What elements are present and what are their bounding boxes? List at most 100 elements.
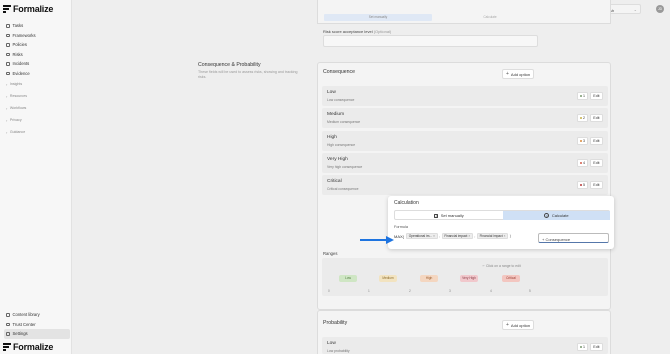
sidebar-group-label: Resources [9,94,28,98]
formula-function: MAX( [394,233,404,239]
section-description: These fields will be used to assess risk… [198,70,298,79]
sidebar-item-content-library[interactable]: Content library [4,310,70,320]
sidebar-nav: Tasks Frameworks Policies Risks Incident… [4,21,70,78]
formula-field[interactable]: MAX( Operational im... × , Financial impa… [394,231,538,241]
score-value: 3 [583,139,585,143]
sidebar-item-trust-center[interactable]: Trust Center [4,320,70,330]
app-name: Formalize [13,4,54,14]
edit-button[interactable]: Edit [589,92,603,100]
edit-button[interactable]: Edit [589,114,603,122]
grid-icon [6,33,10,37]
chevron-right-icon: › [6,81,8,87]
range-chip-high[interactable]: High [420,275,438,282]
token-label: Operational im... [408,234,433,238]
sidebar-item-label: Evidence [12,70,30,76]
range-chip-very-high[interactable]: Very High [460,275,478,282]
close-icon[interactable]: × [504,234,506,238]
score-dot-icon [579,139,582,143]
row-name: High [327,135,337,140]
sidebar-item-label: Trust Center [12,321,36,327]
row-description: Critical consequence [327,187,359,191]
gear-icon [6,332,10,336]
ranges-label: Ranges [323,251,338,256]
sidebar-group-label: Guidance [9,130,26,134]
avatar[interactable]: JD [656,5,664,13]
sidebar-group-insights[interactable]: › Insights [4,78,70,90]
sidebar-group-label: Insights [9,82,23,86]
edit-button[interactable]: Edit [589,159,603,167]
app-logo-footer: Formalize [3,342,53,352]
formula-token[interactable]: Financial impact × [441,233,473,239]
sidebar-item-label: Risks [12,51,23,57]
edit-button[interactable]: Edit [589,137,603,145]
score-badge: 5 [576,181,588,189]
score-value: 1 [583,345,585,349]
check-square-icon [6,24,10,28]
formula-token[interactable]: Financial impact × [477,233,509,239]
range-tick: 2 [409,289,411,293]
range-chip-critical[interactable]: Critical [502,275,520,282]
sidebar-bottom-nav: Content library Trust Center Settings [4,310,70,339]
sidebar-item-policies[interactable]: Policies [4,40,70,50]
sidebar-item-incidents[interactable]: Incidents [4,59,70,69]
risk-acceptance-input[interactable] [323,35,538,47]
sidebar-item-frameworks[interactable]: Frameworks [4,31,70,41]
close-icon[interactable]: × [433,234,435,238]
score-value: 5 [583,183,585,187]
score-badge: 1 [576,92,588,100]
sidebar-group-resources[interactable]: › Resources [4,90,70,102]
row-description: Medium consequence [327,120,361,124]
consequence-row-critical: Critical Critical consequence 5 Edit [322,175,608,195]
calculation-popover: Calculation ✓ Set manually = Calculate F… [388,196,614,249]
consequence-row-high: High High consequence 3 Edit [322,131,608,151]
score-dot-icon [579,183,582,187]
score-dot-icon [579,94,582,98]
sidebar-item-risks[interactable]: Risks [4,50,70,60]
token-label: Financial impact [479,234,503,238]
range-tick: 0 [328,289,330,293]
tab-set-manually[interactable]: Set manually [324,14,432,21]
row-name: Low [327,341,336,346]
label-text: Risk score acceptance level [323,29,373,34]
edit-button[interactable]: Edit [589,343,603,351]
sidebar-groups: › Insights › Resources › Workflows › Privacy… [4,78,70,138]
document-icon [6,43,10,47]
chevron-right-icon: › [6,129,8,135]
add-probability-option-button[interactable]: + Add option [502,320,535,330]
hint-text: Click on a range to edit [486,264,521,268]
row-name: Low [327,90,336,95]
sidebar-item-tasks[interactable]: Tasks [4,21,70,31]
tab-calculate[interactable]: Calculate [436,14,544,21]
sidebar-item-label: Policies [12,42,27,48]
formula-token[interactable]: Operational im... × [406,233,438,239]
row-description: Low probability [327,349,350,353]
sidebar: Formalize Tasks Frameworks Policies Risk… [0,0,72,354]
sidebar-item-evidence[interactable]: Evidence [4,69,70,79]
sidebar-group-workflows[interactable]: › Workflows [4,102,70,114]
calculate-option[interactable]: = Calculate [503,211,610,220]
range-tick: 5 [529,289,531,293]
close-icon[interactable]: × [468,234,470,238]
range-chip-low[interactable]: Low [339,275,357,282]
risk-acceptance-label: Risk score acceptance level (Optional) [323,29,391,34]
shield-icon [6,322,10,326]
score-value: 4 [583,161,585,165]
sidebar-group-privacy[interactable]: › Privacy [4,114,70,126]
range-chip-medium[interactable]: Medium [379,275,397,282]
score-value: 1 [583,94,585,98]
range-tick: 4 [490,289,492,293]
sidebar-item-settings[interactable]: Settings [4,329,70,339]
option-label: Set manually [440,213,464,218]
sidebar-item-label: Content library [12,312,40,318]
edit-button[interactable]: Edit [589,181,603,189]
formalize-logo-icon [3,5,11,14]
add-consequence-button[interactable]: + Consequence [538,233,609,243]
score-dot-icon [579,345,582,349]
range-tick: 3 [449,289,451,293]
sidebar-group-guidance[interactable]: › Guidance [4,126,70,138]
add-consequence-option-button[interactable]: + Add option [502,69,535,79]
app-logo[interactable]: Formalize [3,4,53,14]
set-manually-option[interactable]: ✓ Set manually [395,211,503,220]
consequence-row-very-high: Very High Very high consequence 4 Edit [322,153,608,173]
formula-separator: , [439,234,441,238]
